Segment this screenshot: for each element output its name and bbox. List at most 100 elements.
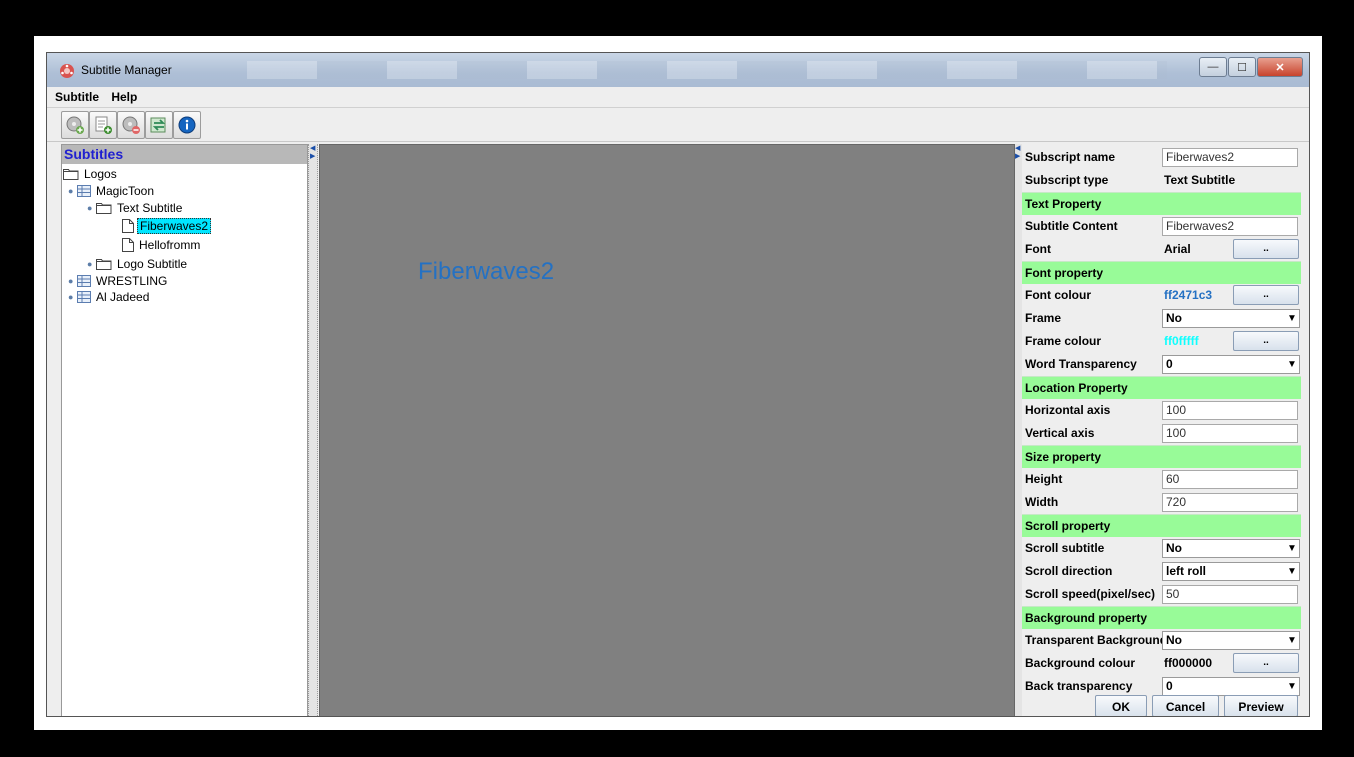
row-frame-colour: Frame colour ff0fffff .. — [1022, 330, 1301, 352]
collapsed-handle-icon[interactable]: ● — [87, 259, 94, 269]
section-title: Text Property — [1025, 197, 1102, 211]
horizontal-axis-input[interactable]: 100 — [1162, 400, 1298, 420]
tree-node-label: Hellofromm — [139, 237, 201, 252]
property-label: Subscript name — [1025, 150, 1116, 164]
expanded-handle-icon[interactable]: ● — [87, 203, 94, 213]
ok-button[interactable]: OK — [1095, 695, 1147, 716]
info-button[interactable] — [173, 111, 201, 139]
property-label: Scroll subtitle — [1025, 541, 1105, 555]
preview-subtitle-text[interactable]: Fiberwaves2 — [418, 258, 554, 286]
select-value: 0 — [1166, 678, 1173, 693]
left-split-divider[interactable]: ◀ ▶ — [308, 144, 318, 716]
tree-node-hellofromm[interactable]: Hellofromm — [122, 236, 202, 253]
tree-node-wrestling[interactable]: ● WRESTLING — [68, 272, 169, 289]
tree-node-al-jadeed[interactable]: ● Al Jadeed — [68, 288, 151, 305]
property-label: Scroll direction — [1025, 564, 1113, 578]
font-picker-button[interactable]: .. — [1233, 239, 1299, 259]
menu-help[interactable]: Help — [105, 87, 140, 104]
dropdown-arrow-icon[interactable]: ▼ — [1285, 540, 1299, 557]
tree-node-label: Text Subtitle — [117, 200, 183, 215]
section-location-property: Location Property — [1022, 376, 1301, 399]
property-label: Subtitle Content — [1025, 219, 1118, 233]
dropdown-arrow-icon[interactable]: ▼ — [1285, 678, 1299, 695]
add-reel-button[interactable] — [61, 111, 89, 139]
expand-right-arrow-icon[interactable]: ▶ — [310, 153, 315, 160]
title-bar-reflection — [247, 61, 1167, 79]
preview-button[interactable]: Preview — [1224, 695, 1298, 716]
add-reel-icon — [66, 116, 84, 134]
tree-node-logos[interactable]: Logos — [63, 165, 119, 182]
delete-reel-button[interactable] — [117, 111, 145, 139]
property-label: Transparent Background — [1025, 633, 1168, 647]
background-colour-picker-button[interactable]: .. — [1233, 653, 1299, 673]
properties-panel: Subscript name Fiberwaves2 Subscript typ… — [1022, 144, 1305, 716]
scroll-speed-input[interactable]: 50 — [1162, 584, 1298, 604]
row-horizontal-axis: Horizontal axis 100 — [1022, 399, 1301, 421]
height-input[interactable]: 60 — [1162, 469, 1298, 489]
maximize-button[interactable]: ☐ — [1228, 57, 1256, 77]
add-document-button[interactable] — [89, 111, 117, 139]
section-title: Font property — [1025, 266, 1103, 280]
section-title: Location Property — [1025, 381, 1128, 395]
row-frame: Frame No ▼ — [1022, 307, 1301, 329]
section-background-property: Background property — [1022, 606, 1301, 629]
cancel-button[interactable]: Cancel — [1152, 695, 1219, 716]
transparent-background-select[interactable]: No ▼ — [1162, 630, 1300, 650]
expand-right-arrow-icon[interactable]: ▶ — [1015, 153, 1020, 160]
row-vertical-axis: Vertical axis 100 — [1022, 422, 1301, 444]
dropdown-arrow-icon[interactable]: ▼ — [1285, 356, 1299, 373]
section-scroll-property: Scroll property — [1022, 514, 1301, 537]
section-title: Size property — [1025, 450, 1102, 464]
collapsed-handle-icon[interactable]: ● — [68, 276, 75, 286]
property-label: Height — [1025, 472, 1063, 486]
scroll-subtitle-select[interactable]: No ▼ — [1162, 538, 1300, 558]
maximize-icon: ☐ — [1237, 61, 1247, 74]
tree-node-label: Logo Subtitle — [117, 256, 188, 271]
window-title: Subtitle Manager — [81, 63, 172, 77]
tree-node-text-subtitle[interactable]: ● Text Subtitle — [87, 199, 184, 216]
app-icon — [60, 64, 74, 78]
section-font-property: Font property — [1022, 261, 1301, 284]
minimize-button[interactable]: — — [1199, 57, 1227, 77]
section-size-property: Size property — [1022, 445, 1301, 468]
width-input[interactable]: 720 — [1162, 492, 1298, 512]
collapse-left-arrow-icon[interactable]: ◀ — [310, 145, 315, 152]
select-value: 0 — [1166, 356, 1173, 371]
preview-canvas[interactable]: Fiberwaves2 — [319, 144, 1015, 716]
dropdown-arrow-icon[interactable]: ▼ — [1285, 310, 1299, 327]
font-colour-picker-button[interactable]: .. — [1233, 285, 1299, 305]
frame-select[interactable]: No ▼ — [1162, 308, 1300, 328]
select-value: left roll — [1166, 563, 1207, 578]
word-transparency-select[interactable]: 0 ▼ — [1162, 354, 1300, 374]
app-window: Subtitle Manager — ☐ ✕ Subtitle Help Sub… — [46, 52, 1310, 717]
row-scroll-subtitle: Scroll subtitle No ▼ — [1022, 537, 1301, 559]
tree-node-logo-subtitle[interactable]: ● Logo Subtitle — [87, 255, 189, 272]
collapsed-handle-icon[interactable]: ● — [68, 292, 75, 302]
subtitle-content-input[interactable]: Fiberwaves2 — [1162, 216, 1298, 236]
sync-export-button[interactable] — [145, 111, 173, 139]
row-subtitle-content: Subtitle Content Fiberwaves2 — [1022, 215, 1301, 237]
menu-subtitle[interactable]: Subtitle — [47, 87, 102, 104]
close-button[interactable]: ✕ — [1257, 57, 1303, 77]
vertical-axis-input[interactable]: 100 — [1162, 423, 1298, 443]
row-subscript-type: Subscript type Text Subtitle — [1022, 169, 1301, 191]
tree-node-magictoon[interactable]: ● MagicToon — [68, 182, 156, 199]
property-label: Width — [1025, 495, 1059, 509]
delete-reel-icon — [122, 116, 140, 134]
tree-node-fiberwaves2[interactable]: Fiberwaves2 — [122, 217, 212, 234]
tree-node-label-selected: Fiberwaves2 — [137, 217, 212, 234]
dropdown-arrow-icon[interactable]: ▼ — [1285, 632, 1299, 649]
dropdown-arrow-icon[interactable]: ▼ — [1285, 563, 1299, 580]
expanded-handle-icon[interactable]: ● — [68, 186, 75, 196]
property-label: Vertical axis — [1025, 426, 1095, 440]
row-transparent-background: Transparent Background No ▼ — [1022, 629, 1301, 651]
sync-export-icon — [150, 117, 166, 133]
tree-node-label: Al Jadeed — [96, 289, 150, 304]
document-icon — [122, 218, 134, 233]
collapse-left-arrow-icon[interactable]: ◀ — [1015, 145, 1020, 152]
scroll-direction-select[interactable]: left roll ▼ — [1162, 561, 1300, 581]
close-icon: ✕ — [1275, 61, 1285, 74]
tree-header: Subtitles — [62, 145, 307, 164]
subscript-name-input[interactable]: Fiberwaves2 — [1162, 147, 1298, 167]
frame-colour-picker-button[interactable]: .. — [1233, 331, 1299, 351]
